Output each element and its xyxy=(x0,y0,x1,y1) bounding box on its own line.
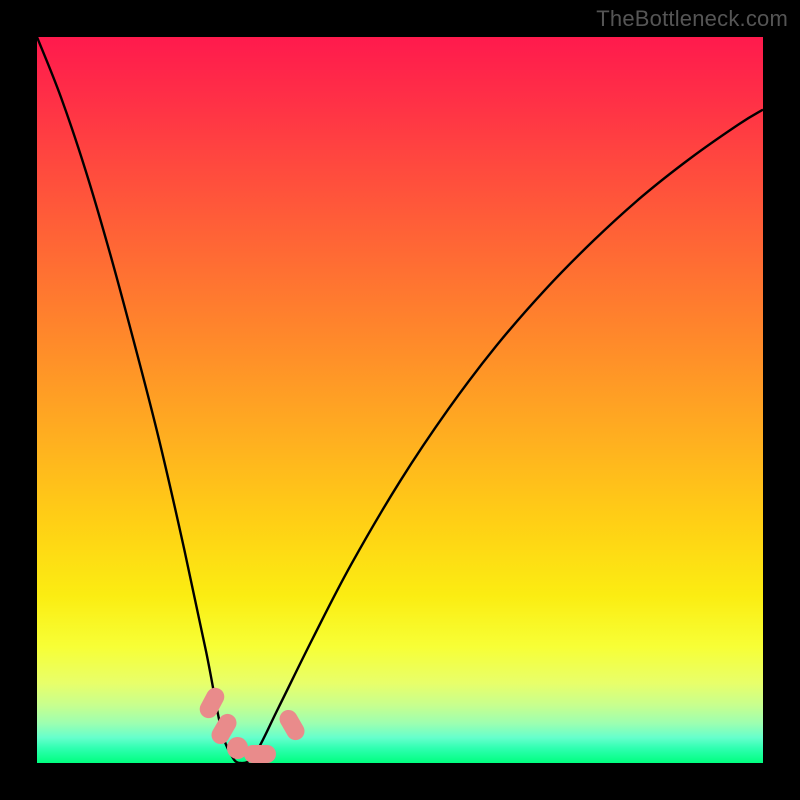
chart-frame: TheBottleneck.com xyxy=(0,0,800,800)
data-marker xyxy=(244,745,277,763)
gradient-plot-area xyxy=(37,37,763,763)
watermark-text: TheBottleneck.com xyxy=(596,6,788,32)
bottleneck-curve xyxy=(37,37,763,763)
